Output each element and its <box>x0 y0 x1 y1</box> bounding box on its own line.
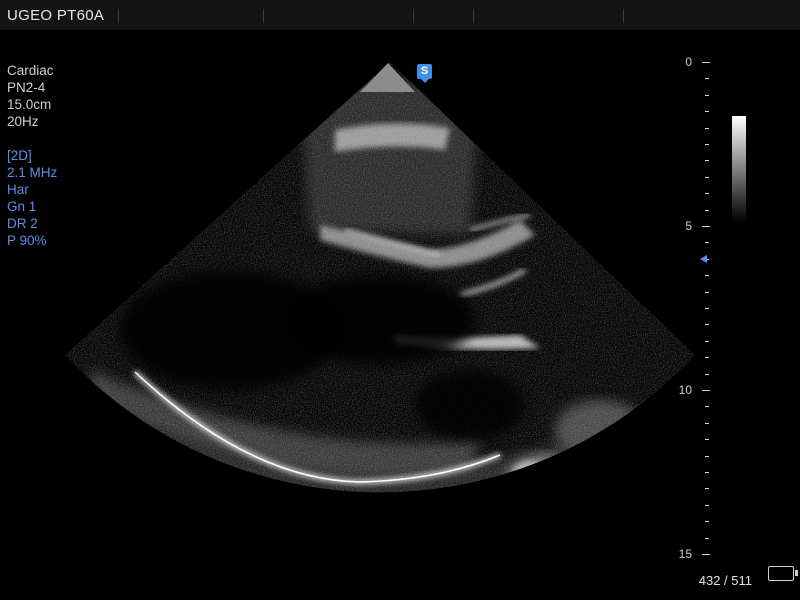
depth-minor-tick <box>705 94 709 96</box>
probe-label: PN2-4 <box>7 80 46 95</box>
dynamic-range-label: DR 2 <box>7 216 38 231</box>
depth-minor-tick <box>705 357 709 359</box>
depth-minor-tick <box>705 324 709 326</box>
orientation-marker-icon: S <box>417 64 432 83</box>
depth-minor-tick <box>705 242 709 244</box>
depth-minor-tick <box>705 521 709 523</box>
depth-minor-tick <box>705 209 709 211</box>
depth-minor-tick <box>705 127 709 129</box>
depth-minor-tick <box>705 144 709 145</box>
depth-minor-tick <box>705 406 709 408</box>
frequency-label: 2.1 MHz <box>7 165 58 180</box>
depth-minor-tick <box>705 193 709 195</box>
depth-label: 15.0cm <box>7 97 52 112</box>
depth-tick-label: 10 <box>678 383 692 397</box>
depth-tick-label: 5 <box>685 219 692 233</box>
focus-marker-icon <box>700 255 707 263</box>
depth-minor-tick <box>705 455 709 457</box>
depth-minor-tick <box>705 504 709 506</box>
depth-minor-tick <box>705 340 709 342</box>
harmonic-label: Har <box>7 182 29 197</box>
preset-label: Cardiac <box>7 63 54 78</box>
depth-minor-tick <box>705 439 709 441</box>
depth-minor-tick <box>705 291 709 293</box>
depth-minor-tick <box>705 160 709 162</box>
ultrasound-image <box>65 62 695 493</box>
imaging-parameters: Cardiac PN2-4 15.0cm 20Hz [2D] 2.1 MHz H… <box>7 62 57 249</box>
gain-label: Gn 1 <box>7 199 37 214</box>
battery-icon <box>768 566 798 581</box>
depth-minor-tick <box>705 275 709 277</box>
depth-major-tick <box>702 62 710 63</box>
grayscale-bar <box>732 116 746 222</box>
depth-minor-tick <box>705 176 709 178</box>
depth-minor-tick <box>705 472 709 473</box>
probe-apex <box>360 63 415 92</box>
depth-minor-tick <box>705 78 709 80</box>
mode-label: [2D] <box>7 148 32 163</box>
depth-minor-tick <box>705 422 709 424</box>
frame-counter: 432 / 511 <box>698 573 752 588</box>
depth-minor-tick <box>705 373 709 375</box>
depth-major-tick <box>702 554 710 555</box>
depth-minor-tick <box>705 488 709 490</box>
depth-tick-label: 0 <box>685 55 692 69</box>
depth-minor-tick <box>705 537 709 539</box>
depth-major-tick <box>702 390 710 391</box>
frame-rate-label: 20Hz <box>7 114 39 129</box>
depth-minor-tick <box>705 308 709 309</box>
depth-major-tick <box>702 226 710 227</box>
depth-tick-label: 15 <box>678 547 692 561</box>
power-label: P 90% <box>7 233 47 248</box>
depth-minor-tick <box>705 111 709 113</box>
